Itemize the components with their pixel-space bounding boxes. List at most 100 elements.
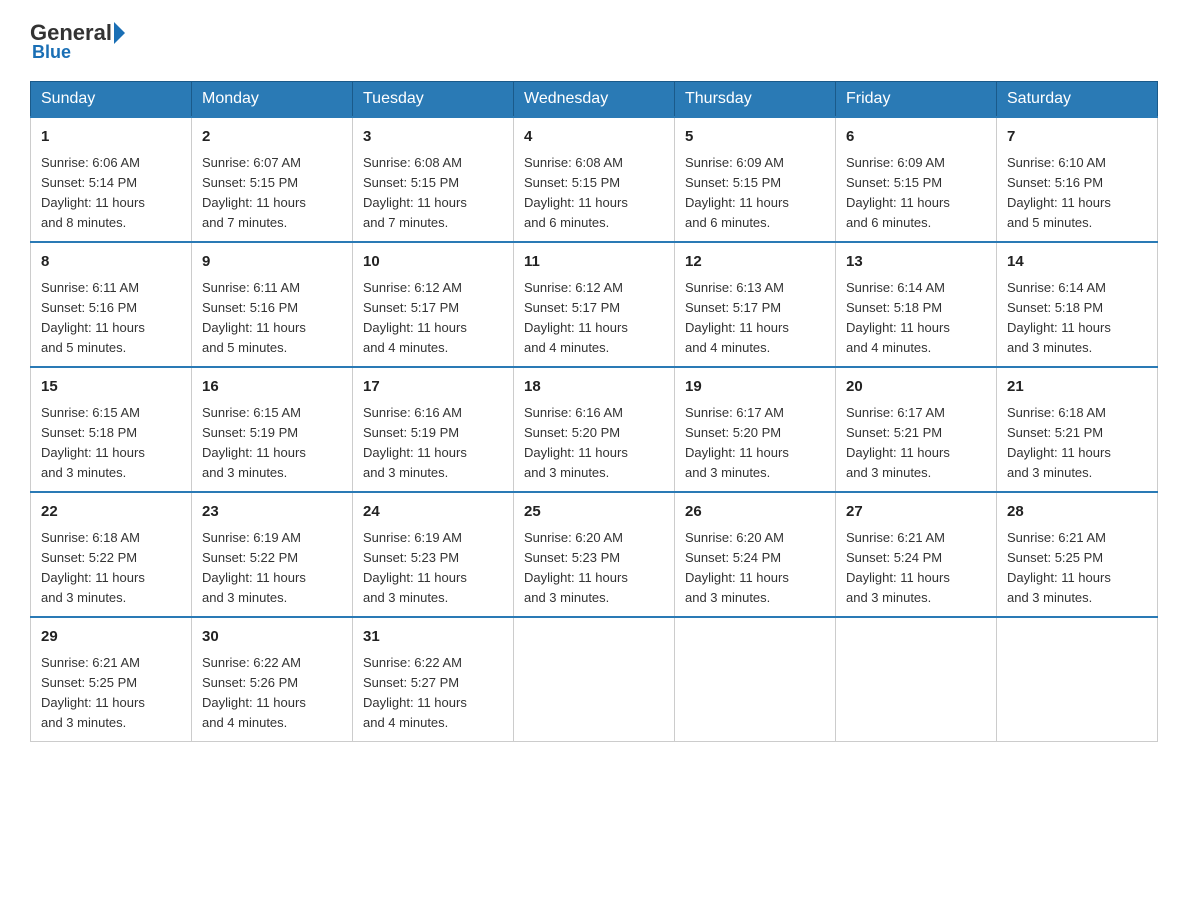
day-info: Sunrise: 6:21 AMSunset: 5:25 PMDaylight:… xyxy=(1007,528,1147,609)
calendar-week-row: 15 Sunrise: 6:15 AMSunset: 5:18 PMDayligh… xyxy=(31,367,1158,492)
page-header: General Blue xyxy=(30,20,1158,63)
day-info: Sunrise: 6:09 AMSunset: 5:15 PMDaylight:… xyxy=(685,153,825,234)
day-number: 11 xyxy=(524,251,664,274)
day-info: Sunrise: 6:14 AMSunset: 5:18 PMDaylight:… xyxy=(1007,278,1147,359)
day-number: 17 xyxy=(363,376,503,399)
day-info: Sunrise: 6:21 AMSunset: 5:24 PMDaylight:… xyxy=(846,528,986,609)
day-number: 1 xyxy=(41,126,181,149)
day-number: 18 xyxy=(524,376,664,399)
day-info: Sunrise: 6:18 AMSunset: 5:21 PMDaylight:… xyxy=(1007,403,1147,484)
calendar-cell: 30Sunrise: 6:22 AMSunset: 5:26 PMDayligh… xyxy=(192,617,353,742)
calendar-cell xyxy=(997,617,1158,742)
day-info: Sunrise: 6:08 AMSunset: 5:15 PMDaylight:… xyxy=(524,153,664,234)
day-info: Sunrise: 6:12 AMSunset: 5:17 PMDaylight:… xyxy=(363,278,503,359)
day-info: Sunrise: 6:19 AMSunset: 5:22 PMDaylight:… xyxy=(202,528,342,609)
calendar-cell: 9 Sunrise: 6:11 AMSunset: 5:16 PMDaylight… xyxy=(192,242,353,367)
logo: General Blue xyxy=(30,20,125,63)
logo-arrow-icon xyxy=(114,22,125,44)
day-number: 3 xyxy=(363,126,503,149)
day-info: Sunrise: 6:20 AMSunset: 5:24 PMDaylight:… xyxy=(685,528,825,609)
day-number: 22 xyxy=(41,501,181,524)
day-info: Sunrise: 6:17 AMSunset: 5:20 PMDaylight:… xyxy=(685,403,825,484)
day-info: Sunrise: 6:17 AMSunset: 5:21 PMDaylight:… xyxy=(846,403,986,484)
day-info: Sunrise: 6:12 AMSunset: 5:17 PMDaylight:… xyxy=(524,278,664,359)
calendar-cell: 28 Sunrise: 6:21 AMSunset: 5:25 PMDayligh… xyxy=(997,492,1158,617)
calendar-cell xyxy=(836,617,997,742)
day-info: Sunrise: 6:09 AMSunset: 5:15 PMDaylight:… xyxy=(846,153,986,234)
calendar-cell: 19Sunrise: 6:17 AMSunset: 5:20 PMDayligh… xyxy=(675,367,836,492)
calendar-cell: 1 Sunrise: 6:06 AMSunset: 5:14 PMDaylight… xyxy=(31,117,192,242)
calendar-cell: 14 Sunrise: 6:14 AMSunset: 5:18 PMDayligh… xyxy=(997,242,1158,367)
col-header-saturday: Saturday xyxy=(997,82,1158,118)
calendar-week-row: 1 Sunrise: 6:06 AMSunset: 5:14 PMDaylight… xyxy=(31,117,1158,242)
calendar-week-row: 22Sunrise: 6:18 AMSunset: 5:22 PMDayligh… xyxy=(31,492,1158,617)
day-info: Sunrise: 6:16 AMSunset: 5:20 PMDaylight:… xyxy=(524,403,664,484)
day-number: 13 xyxy=(846,251,986,274)
day-number: 28 xyxy=(1007,501,1147,524)
calendar-cell: 25Sunrise: 6:20 AMSunset: 5:23 PMDayligh… xyxy=(514,492,675,617)
col-header-thursday: Thursday xyxy=(675,82,836,118)
day-info: Sunrise: 6:14 AMSunset: 5:18 PMDaylight:… xyxy=(846,278,986,359)
day-number: 5 xyxy=(685,126,825,149)
day-number: 20 xyxy=(846,376,986,399)
calendar-cell: 31 Sunrise: 6:22 AMSunset: 5:27 PMDayligh… xyxy=(353,617,514,742)
day-info: Sunrise: 6:15 AMSunset: 5:18 PMDaylight:… xyxy=(41,403,181,484)
calendar-week-row: 8 Sunrise: 6:11 AMSunset: 5:16 PMDaylight… xyxy=(31,242,1158,367)
calendar-cell: 17 Sunrise: 6:16 AMSunset: 5:19 PMDayligh… xyxy=(353,367,514,492)
calendar-cell: 15 Sunrise: 6:15 AMSunset: 5:18 PMDayligh… xyxy=(31,367,192,492)
day-number: 29 xyxy=(41,626,181,649)
day-number: 8 xyxy=(41,251,181,274)
calendar-cell: 5 Sunrise: 6:09 AMSunset: 5:15 PMDaylight… xyxy=(675,117,836,242)
day-info: Sunrise: 6:06 AMSunset: 5:14 PMDaylight:… xyxy=(41,153,181,234)
calendar-cell: 11 Sunrise: 6:12 AMSunset: 5:17 PMDayligh… xyxy=(514,242,675,367)
calendar-header-row: SundayMondayTuesdayWednesdayThursdayFrid… xyxy=(31,82,1158,118)
calendar-cell: 3 Sunrise: 6:08 AMSunset: 5:15 PMDaylight… xyxy=(353,117,514,242)
day-number: 2 xyxy=(202,126,342,149)
calendar-cell: 20 Sunrise: 6:17 AMSunset: 5:21 PMDayligh… xyxy=(836,367,997,492)
day-info: Sunrise: 6:11 AMSunset: 5:16 PMDaylight:… xyxy=(41,278,181,359)
calendar-table: SundayMondayTuesdayWednesdayThursdayFrid… xyxy=(30,81,1158,742)
day-info: Sunrise: 6:16 AMSunset: 5:19 PMDaylight:… xyxy=(363,403,503,484)
day-number: 12 xyxy=(685,251,825,274)
day-info: Sunrise: 6:22 AMSunset: 5:27 PMDaylight:… xyxy=(363,653,503,734)
calendar-cell: 4 Sunrise: 6:08 AMSunset: 5:15 PMDaylight… xyxy=(514,117,675,242)
day-number: 15 xyxy=(41,376,181,399)
calendar-cell: 29 Sunrise: 6:21 AMSunset: 5:25 PMDayligh… xyxy=(31,617,192,742)
calendar-cell: 2Sunrise: 6:07 AMSunset: 5:15 PMDaylight… xyxy=(192,117,353,242)
col-header-tuesday: Tuesday xyxy=(353,82,514,118)
logo-blue-sub: Blue xyxy=(32,42,71,63)
calendar-cell xyxy=(675,617,836,742)
day-info: Sunrise: 6:11 AMSunset: 5:16 PMDaylight:… xyxy=(202,278,342,359)
day-info: Sunrise: 6:15 AMSunset: 5:19 PMDaylight:… xyxy=(202,403,342,484)
day-number: 31 xyxy=(363,626,503,649)
calendar-cell: 16Sunrise: 6:15 AMSunset: 5:19 PMDayligh… xyxy=(192,367,353,492)
day-number: 4 xyxy=(524,126,664,149)
day-number: 7 xyxy=(1007,126,1147,149)
col-header-friday: Friday xyxy=(836,82,997,118)
col-header-wednesday: Wednesday xyxy=(514,82,675,118)
calendar-cell: 22Sunrise: 6:18 AMSunset: 5:22 PMDayligh… xyxy=(31,492,192,617)
calendar-cell: 8 Sunrise: 6:11 AMSunset: 5:16 PMDaylight… xyxy=(31,242,192,367)
day-info: Sunrise: 6:10 AMSunset: 5:16 PMDaylight:… xyxy=(1007,153,1147,234)
calendar-cell: 12 Sunrise: 6:13 AMSunset: 5:17 PMDayligh… xyxy=(675,242,836,367)
day-info: Sunrise: 6:13 AMSunset: 5:17 PMDaylight:… xyxy=(685,278,825,359)
day-number: 9 xyxy=(202,251,342,274)
day-number: 24 xyxy=(363,501,503,524)
day-number: 23 xyxy=(202,501,342,524)
calendar-cell xyxy=(514,617,675,742)
day-info: Sunrise: 6:22 AMSunset: 5:26 PMDaylight:… xyxy=(202,653,342,734)
calendar-cell: 23 Sunrise: 6:19 AMSunset: 5:22 PMDayligh… xyxy=(192,492,353,617)
day-number: 14 xyxy=(1007,251,1147,274)
day-number: 10 xyxy=(363,251,503,274)
day-number: 27 xyxy=(846,501,986,524)
day-number: 25 xyxy=(524,501,664,524)
day-info: Sunrise: 6:21 AMSunset: 5:25 PMDaylight:… xyxy=(41,653,181,734)
calendar-week-row: 29 Sunrise: 6:21 AMSunset: 5:25 PMDayligh… xyxy=(31,617,1158,742)
col-header-monday: Monday xyxy=(192,82,353,118)
calendar-cell: 13 Sunrise: 6:14 AMSunset: 5:18 PMDayligh… xyxy=(836,242,997,367)
calendar-cell: 6Sunrise: 6:09 AMSunset: 5:15 PMDaylight… xyxy=(836,117,997,242)
calendar-cell: 27 Sunrise: 6:21 AMSunset: 5:24 PMDayligh… xyxy=(836,492,997,617)
calendar-cell: 7 Sunrise: 6:10 AMSunset: 5:16 PMDaylight… xyxy=(997,117,1158,242)
calendar-cell: 21Sunrise: 6:18 AMSunset: 5:21 PMDayligh… xyxy=(997,367,1158,492)
day-info: Sunrise: 6:08 AMSunset: 5:15 PMDaylight:… xyxy=(363,153,503,234)
